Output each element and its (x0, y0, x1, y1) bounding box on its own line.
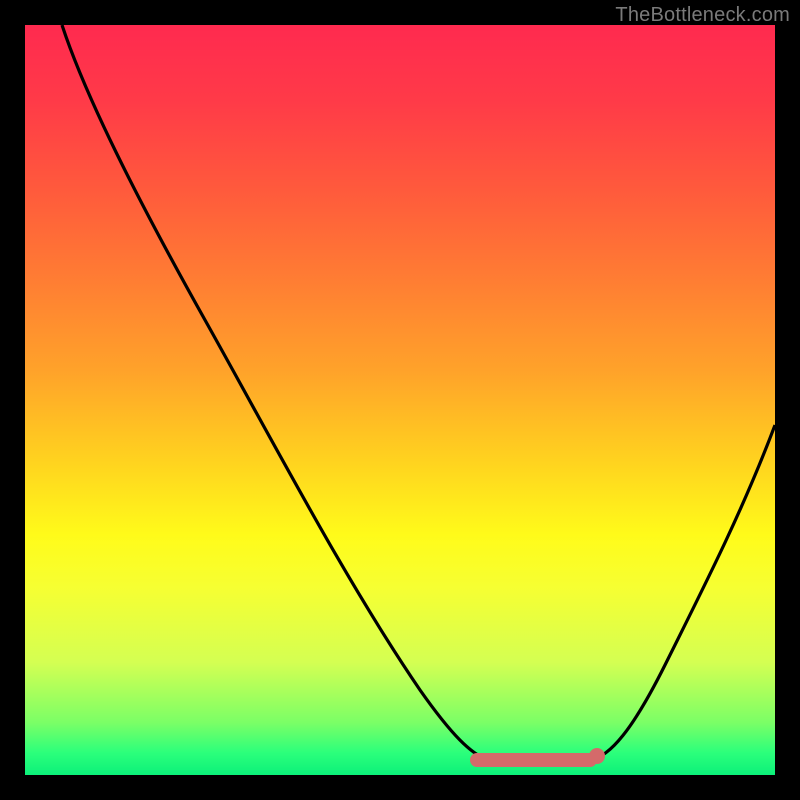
sweet-spot-end-dot (589, 748, 605, 764)
bottleneck-curve (25, 25, 775, 775)
curve-path (62, 25, 775, 760)
chart-frame: TheBottleneck.com (0, 0, 800, 800)
watermark-text: TheBottleneck.com (615, 4, 790, 27)
plot-area (25, 25, 775, 775)
